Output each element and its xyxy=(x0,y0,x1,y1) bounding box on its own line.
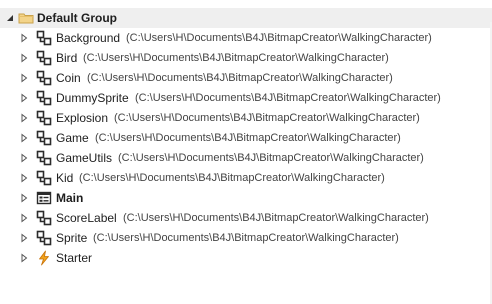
class-module-icon xyxy=(36,110,52,126)
class-module-icon xyxy=(36,90,52,106)
module-name: Main xyxy=(56,191,84,205)
module-path: (C:\Users\H\Documents\B4J\BitmapCreator\… xyxy=(114,112,420,124)
module-path: (C:\Users\H\Documents\B4J\BitmapCreator\… xyxy=(118,152,424,164)
module-name: Sprite xyxy=(56,231,88,245)
class-module-icon xyxy=(36,210,52,226)
folder-icon xyxy=(18,10,34,26)
module-path: (C:\Users\H\Documents\B4J\BitmapCreator\… xyxy=(79,172,385,184)
module-name: Bird xyxy=(56,51,78,65)
expand-icon[interactable] xyxy=(18,232,30,244)
tree-item-background[interactable]: Background (C:\Users\H\Documents\B4J\Bitm… xyxy=(0,28,492,48)
class-module-icon xyxy=(36,30,52,46)
module-path: (C:\Users\H\Documents\B4J\BitmapCreator\… xyxy=(93,232,399,244)
expand-icon[interactable] xyxy=(18,72,30,84)
expand-icon[interactable] xyxy=(18,252,30,264)
expand-icon[interactable] xyxy=(18,32,30,44)
main-module-icon xyxy=(36,190,52,206)
tree-item-main[interactable]: Main xyxy=(0,188,492,208)
module-name: Explosion xyxy=(56,111,109,125)
module-path: (C:\Users\H\Documents\B4J\BitmapCreator\… xyxy=(123,212,429,224)
tree-group-default[interactable]: Default Group xyxy=(0,8,492,28)
tree-item-explosion[interactable]: Explosion (C:\Users\H\Documents\B4J\Bitma… xyxy=(0,108,492,128)
expand-icon[interactable] xyxy=(18,92,30,104)
module-name: Background xyxy=(56,31,121,45)
expand-icon[interactable] xyxy=(18,112,30,124)
module-name: Kid xyxy=(56,171,74,185)
module-path: (C:\Users\H\Documents\B4J\BitmapCreator\… xyxy=(95,132,401,144)
group-label: Default Group xyxy=(37,11,117,25)
tree-item-starter[interactable]: Starter xyxy=(0,248,492,268)
tree-item-bird[interactable]: Bird (C:\Users\H\Documents\B4J\BitmapCrea… xyxy=(0,48,492,68)
class-module-icon xyxy=(36,230,52,246)
module-path: (C:\Users\H\Documents\B4J\BitmapCreator\… xyxy=(83,52,389,64)
class-module-icon xyxy=(36,150,52,166)
module-tree[interactable]: Default Group Background (C:\Users\H\Docu… xyxy=(0,0,492,304)
expand-icon[interactable] xyxy=(18,172,30,184)
class-module-icon xyxy=(36,50,52,66)
lightning-icon xyxy=(36,250,52,266)
class-module-icon xyxy=(36,130,52,146)
expand-icon[interactable] xyxy=(18,212,30,224)
tree-item-coin[interactable]: Coin (C:\Users\H\Documents\B4J\BitmapCrea… xyxy=(0,68,492,88)
module-path: (C:\Users\H\Documents\B4J\BitmapCreator\… xyxy=(126,32,432,44)
module-name: Game xyxy=(56,131,89,145)
collapse-icon[interactable] xyxy=(4,12,16,24)
expand-icon[interactable] xyxy=(18,192,30,204)
class-module-icon xyxy=(36,170,52,186)
module-name: Starter xyxy=(56,251,93,265)
module-path: (C:\Users\H\Documents\B4J\BitmapCreator\… xyxy=(135,92,441,104)
module-name: Coin xyxy=(56,71,81,85)
module-name: ScoreLabel xyxy=(56,211,117,225)
module-path: (C:\Users\H\Documents\B4J\BitmapCreator\… xyxy=(87,72,393,84)
tree-item-gameutils[interactable]: GameUtils (C:\Users\H\Documents\B4J\Bitma… xyxy=(0,148,492,168)
class-module-icon xyxy=(36,70,52,86)
expand-icon[interactable] xyxy=(18,152,30,164)
tree-item-game[interactable]: Game (C:\Users\H\Documents\B4J\BitmapCrea… xyxy=(0,128,492,148)
tree-item-sprite[interactable]: Sprite (C:\Users\H\Documents\B4J\BitmapCr… xyxy=(0,228,492,248)
module-name: GameUtils xyxy=(56,151,113,165)
module-name: DummySprite xyxy=(56,91,129,105)
expand-icon[interactable] xyxy=(18,52,30,64)
tree-item-scorelabel[interactable]: ScoreLabel (C:\Users\H\Documents\B4J\Bitm… xyxy=(0,208,492,228)
tree-item-dummysprite[interactable]: DummySprite (C:\Users\H\Documents\B4J\Bit… xyxy=(0,88,492,108)
expand-icon[interactable] xyxy=(18,132,30,144)
tree-item-kid[interactable]: Kid (C:\Users\H\Documents\B4J\BitmapCreat… xyxy=(0,168,492,188)
